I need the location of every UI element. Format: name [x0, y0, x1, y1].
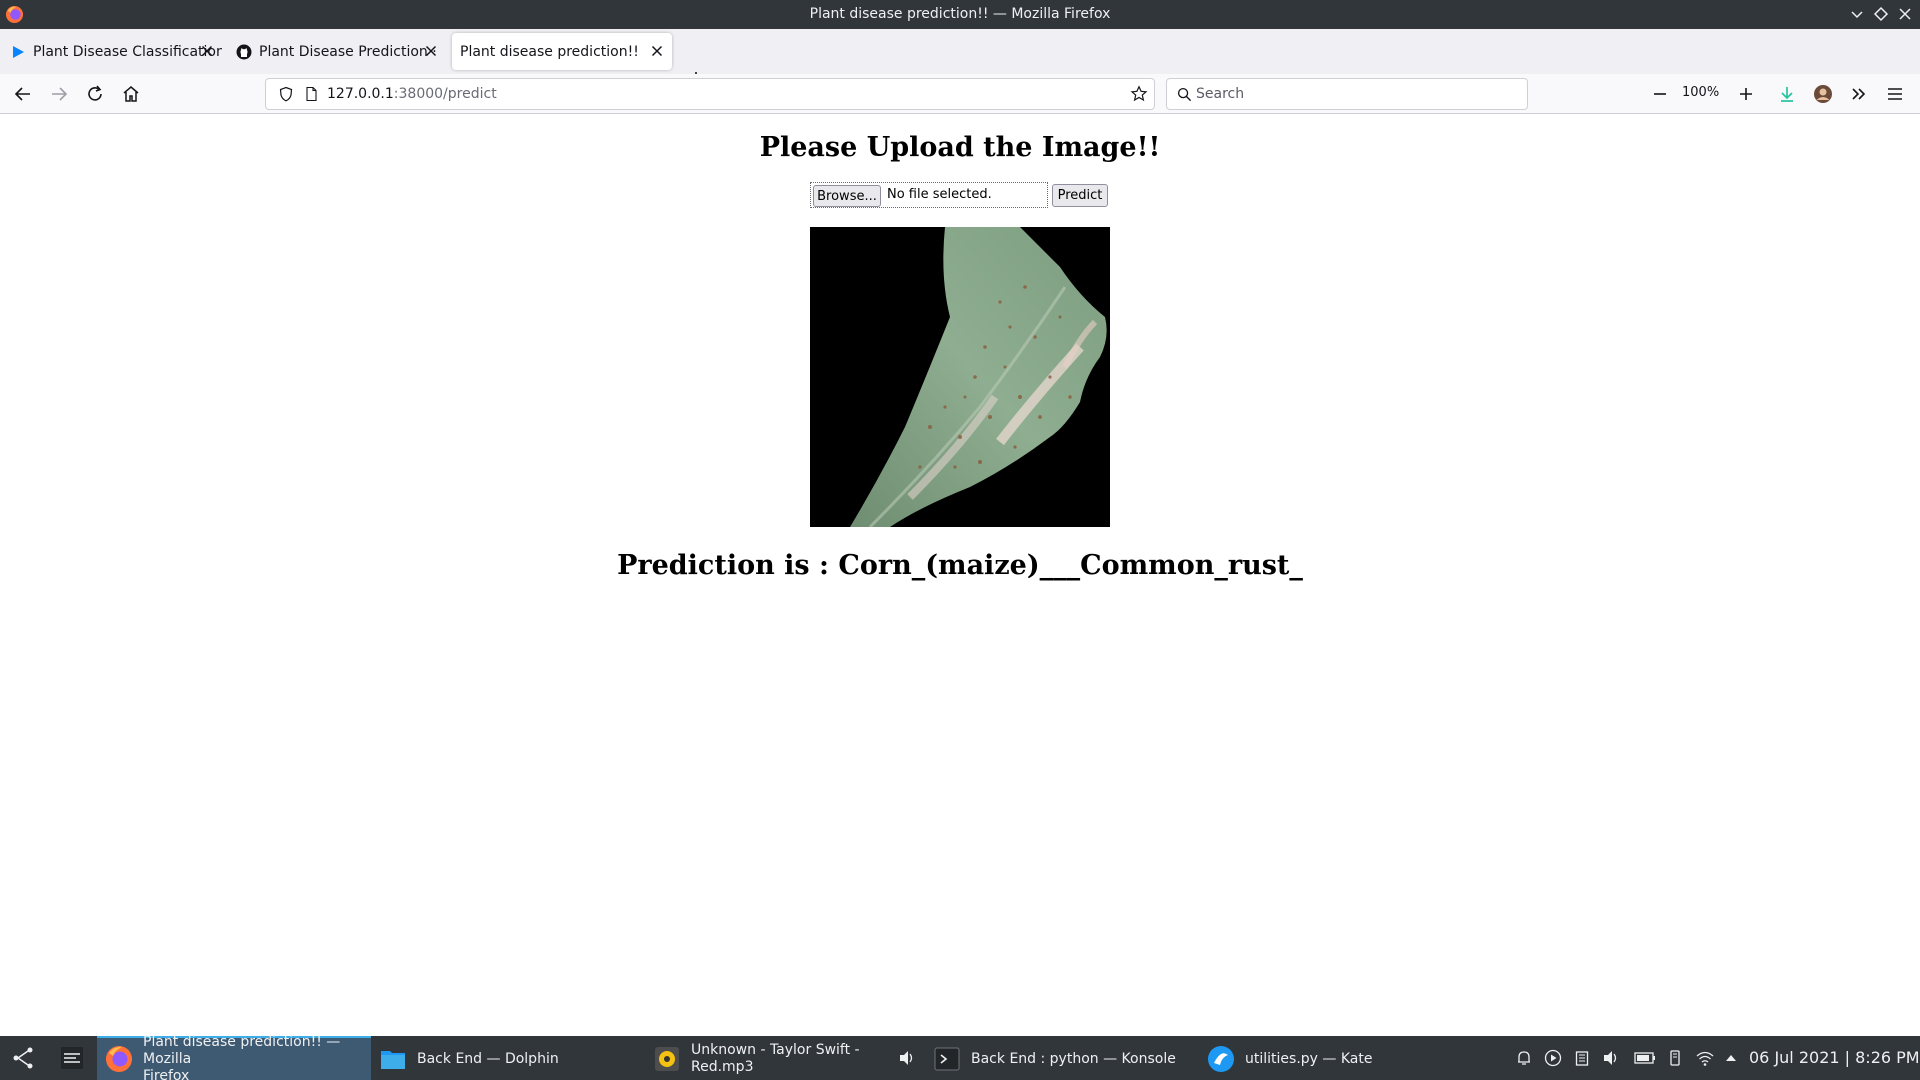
account-avatar-icon[interactable] — [1811, 82, 1835, 106]
page-content: Please Upload the Image!! Browse... No f… — [0, 114, 1920, 1036]
plasma-launcher-icon — [13, 1047, 33, 1069]
firefox-icon — [106, 1046, 132, 1072]
tab-label: Plant Disease Prediction · — [259, 43, 437, 60]
navigation-toolbar: 127.0.0.1:38000/predict 100% — [0, 74, 1920, 114]
minimize-icon[interactable] — [1846, 3, 1868, 25]
tab-strip: Plant Disease Classification Plant Disea… — [0, 29, 1920, 86]
url-bar[interactable]: 127.0.0.1:38000/predict — [265, 78, 1155, 110]
task-firefox[interactable]: Plant disease prediction!! — Mozilla Fire… — [97, 1033, 371, 1080]
kate-icon — [1208, 1046, 1234, 1072]
task-konsole[interactable]: Back End : python — Konsole — [925, 1036, 1199, 1080]
sliders-icon — [61, 1047, 83, 1069]
uploaded-leaf-image — [810, 227, 1110, 527]
zoom-level-button[interactable]: 100% — [1682, 85, 1719, 100]
zoom-out-icon[interactable] — [1648, 82, 1672, 106]
task-label: utilities.py — Kate — [1245, 1050, 1373, 1067]
window-title: Plant disease prediction!! — Mozilla Fir… — [809, 6, 1111, 22]
bookmark-star-icon[interactable] — [1130, 85, 1148, 103]
url-text[interactable]: 127.0.0.1:38000/predict — [327, 86, 497, 102]
home-icon[interactable] — [119, 82, 143, 106]
battery-icon[interactable] — [1634, 1049, 1656, 1067]
github-icon — [236, 44, 252, 59]
usb-device-icon[interactable] — [1666, 1049, 1684, 1067]
file-status-text: No file selected. — [887, 187, 992, 202]
music-player-icon — [655, 1047, 679, 1071]
reload-icon[interactable] — [83, 82, 107, 106]
task-label: Back End — Dolphin — [417, 1050, 559, 1067]
prediction-result: Prediction is : Corn_(maize)___Common_ru… — [617, 550, 1303, 581]
task-dolphin[interactable]: Back End — Dolphin — [371, 1036, 645, 1080]
browse-button[interactable]: Browse... — [813, 185, 881, 207]
search-icon — [1177, 87, 1192, 102]
tab-plant-disease-classification[interactable]: Plant Disease Classification — [0, 33, 222, 70]
zoom-in-icon[interactable] — [1734, 82, 1758, 106]
tab-close-icon[interactable] — [198, 42, 216, 60]
tab-plant-disease-prediction-github[interactable]: Plant Disease Prediction · — [226, 33, 446, 70]
forward-arrow-icon[interactable] — [47, 82, 71, 106]
page-heading: Please Upload the Image!! — [759, 132, 1161, 163]
pager-widget[interactable] — [50, 1036, 94, 1080]
predict-button[interactable]: Predict — [1052, 184, 1108, 207]
tab-close-icon[interactable] — [648, 42, 666, 60]
play-icon — [13, 45, 24, 58]
close-window-icon[interactable] — [1894, 3, 1916, 25]
media-play-icon[interactable] — [1544, 1049, 1562, 1067]
wifi-icon[interactable] — [1695, 1049, 1715, 1067]
url-path: :38000/predict — [393, 86, 497, 102]
url-host: 127.0.0.1 — [327, 86, 394, 102]
corn-leaf-illustration — [810, 227, 1110, 527]
file-input[interactable]: Browse... No file selected. — [810, 182, 1048, 208]
tray-expand-arrow-icon[interactable] — [1724, 1049, 1738, 1067]
taskbar: Plant disease prediction!! — Mozilla Fire… — [0, 1033, 1920, 1080]
tab-label: Plant disease prediction!! — [460, 43, 639, 60]
notifications-icon[interactable] — [1515, 1049, 1533, 1067]
task-label-line2: Red.mp3 — [691, 1059, 754, 1075]
task-label: Back End : python — Konsole — [971, 1050, 1176, 1067]
tab-close-icon[interactable] — [422, 42, 440, 60]
tab-label: Plant Disease Classification — [33, 43, 222, 60]
shield-icon[interactable] — [278, 86, 294, 102]
back-arrow-icon[interactable] — [11, 82, 35, 106]
page-info-icon[interactable] — [303, 86, 319, 102]
search-bar[interactable] — [1166, 78, 1528, 110]
hamburger-menu-icon[interactable] — [1883, 82, 1907, 106]
downloads-icon[interactable] — [1775, 82, 1799, 106]
window-titlebar: Plant disease prediction!! — Mozilla Fir… — [0, 0, 1920, 29]
clipboard-icon[interactable] — [1573, 1049, 1591, 1067]
task-label: Unknown - Taylor Swift - — [691, 1042, 860, 1058]
folder-icon — [381, 1051, 405, 1069]
volume-icon[interactable] — [1602, 1049, 1620, 1067]
search-input[interactable] — [1196, 84, 1516, 104]
overflow-chevrons-icon[interactable] — [1847, 82, 1871, 106]
maximize-icon[interactable] — [1870, 3, 1892, 25]
terminal-icon — [934, 1047, 960, 1071]
clock[interactable]: 06 Jul 2021 | 8:26 PM — [1749, 1048, 1920, 1067]
task-label: Plant disease prediction!! — Mozilla — [143, 1033, 341, 1067]
application-launcher[interactable] — [2, 1036, 46, 1080]
task-label-line2: Firefox — [143, 1067, 190, 1080]
audio-playing-icon[interactable] — [898, 1049, 916, 1067]
task-music-player[interactable]: Unknown - Taylor Swift - Red.mp3 — [645, 1036, 919, 1080]
tab-plant-disease-prediction-active[interactable]: Plant disease prediction!! — [452, 33, 672, 70]
task-kate[interactable]: utilities.py — Kate — [1199, 1036, 1473, 1080]
